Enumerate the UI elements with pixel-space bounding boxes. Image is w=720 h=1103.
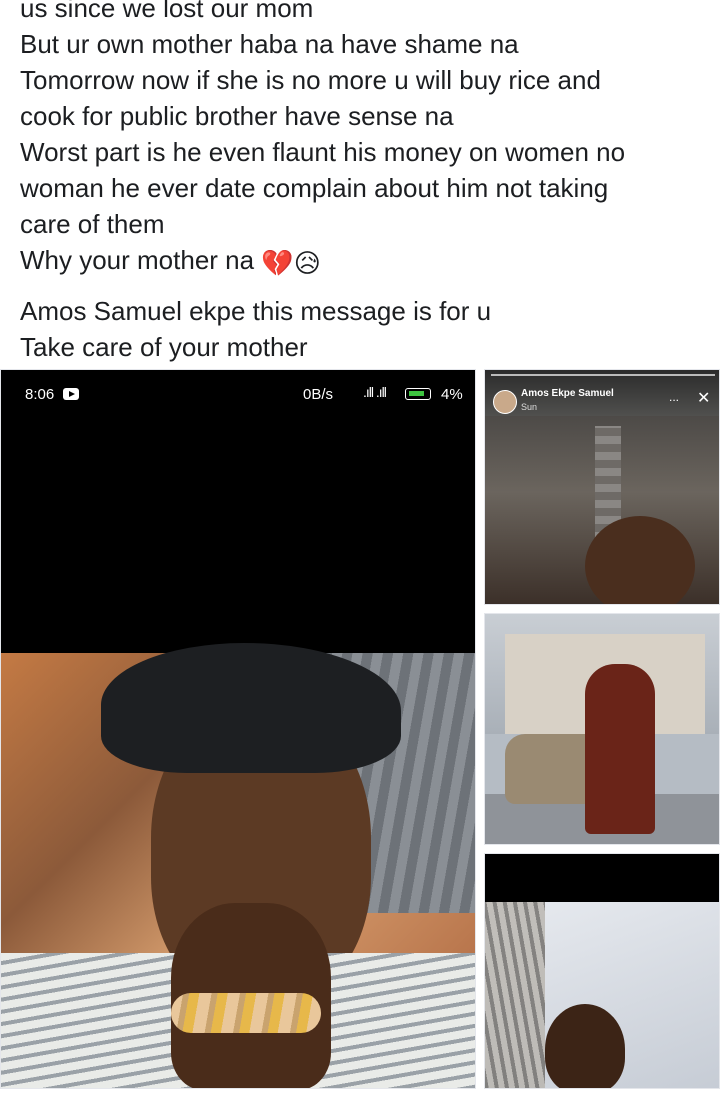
network-speed: 0B/s <box>303 386 334 403</box>
post-line: But ur own mother haba na have shame na <box>20 29 519 59</box>
battery-percent: 4% <box>441 386 463 403</box>
man-standing <box>585 664 655 834</box>
story-time: Sun <box>521 402 538 412</box>
battery-icon <box>405 388 431 400</box>
man-selfie-face <box>585 516 695 604</box>
post-line: us since we lost our mom <box>20 0 314 23</box>
crowd-image <box>485 416 719 604</box>
close-icon: ✕ <box>697 390 711 407</box>
post-text: us since we lost our mom But ur own moth… <box>20 0 700 365</box>
post-line: Worst part is he even flaunt his money o… <box>20 137 626 167</box>
sad-face-emoji-icon: 😥 <box>293 248 321 278</box>
status-time: 8:06 <box>25 386 55 403</box>
photo-main-selfie[interactable]: 8:06 0B/s .ıll .ıll 4% <box>0 369 476 1089</box>
bead-bracelets <box>171 993 321 1033</box>
post-line: cook for public brother have sense na <box>20 101 454 131</box>
post-line: Amos Samuel ekpe this message is for u <box>20 296 492 326</box>
post-line: Why your mother na <box>20 245 255 275</box>
story-progress-bar <box>491 374 715 376</box>
man-head <box>545 1004 625 1088</box>
more-options-icon: ... <box>669 390 680 404</box>
signal-icon: .ıll .ıll <box>363 384 387 400</box>
story-author-name: Amos Ekpe Samuel <box>521 388 614 399</box>
story-header: Amos Ekpe Samuel Sun ... ✕ <box>485 370 719 416</box>
selfie-image <box>1 643 475 1088</box>
avatar <box>493 390 517 414</box>
post-line: Take care of your mother <box>20 332 308 362</box>
photo-selfie-wall[interactable] <box>484 853 720 1089</box>
post-line: Tomorrow now if she is no more u will bu… <box>20 65 601 95</box>
tree-branch <box>485 902 545 1088</box>
photo-story-screenshot[interactable]: Amos Ekpe Samuel Sun ... ✕ <box>484 369 720 605</box>
post-line: woman he ever date complain about him no… <box>20 173 609 203</box>
photo-man-by-car[interactable] <box>484 613 720 845</box>
black-cap <box>101 643 401 773</box>
broken-heart-emoji-icon: 💔 <box>261 248 294 278</box>
youtube-icon <box>63 388 79 400</box>
phone-status-bar: 8:06 0B/s .ıll .ıll 4% <box>1 370 475 418</box>
post-line-with-emoji: Why your mother na 💔😥 <box>20 242 700 281</box>
post-line: care of them <box>20 209 165 239</box>
